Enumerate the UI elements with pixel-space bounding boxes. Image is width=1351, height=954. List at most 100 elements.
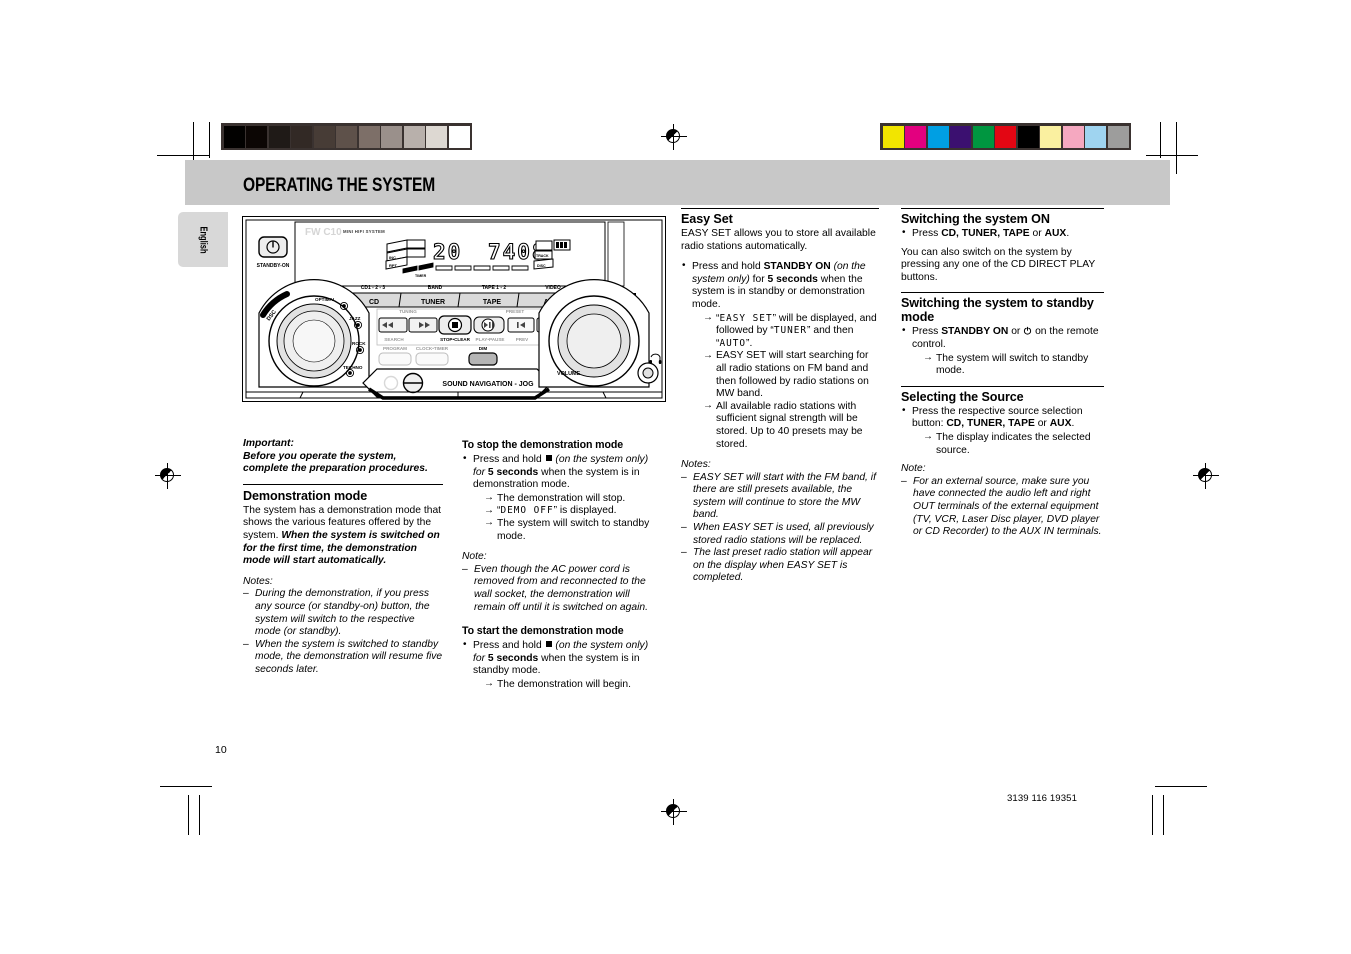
svg-text:TIMER: TIMER bbox=[415, 274, 427, 278]
svg-text:PREV: PREV bbox=[516, 337, 529, 342]
chroma-swatch bbox=[995, 125, 1016, 148]
important-label: Important: bbox=[243, 438, 294, 449]
power-icon bbox=[1023, 326, 1032, 335]
list-item: The display indicates the selected sourc… bbox=[923, 431, 1104, 457]
note-list-col2: Even though the AC power cord is removed… bbox=[462, 564, 662, 614]
crop-mark-bottom-left-v2 bbox=[199, 795, 201, 835]
source-step-mid: or bbox=[1034, 418, 1050, 430]
easy-step-standby-on: STANDBY ON bbox=[763, 261, 831, 273]
list-item: When the system is switched to standby m… bbox=[243, 639, 443, 677]
standby-results: The system will switch to standby mode. bbox=[912, 352, 1104, 378]
list-item: The demonstration will stop. bbox=[484, 492, 662, 506]
svg-text:CLOCK•TIMER: CLOCK•TIMER bbox=[416, 346, 449, 351]
section-rule-demonstration bbox=[243, 483, 443, 485]
standby-step-mid: or bbox=[1008, 326, 1024, 338]
svg-text:SEARCH: SEARCH bbox=[384, 337, 404, 342]
product-illustration: FW C10 MINI HIFI SYSTEM INC RPT 20 7408 bbox=[242, 216, 666, 402]
svg-text:20: 20 bbox=[433, 240, 462, 264]
lcd-demo-off: DEMO OFF bbox=[500, 505, 554, 517]
grayscale-swatch bbox=[381, 125, 402, 148]
note-label-col4: Note: bbox=[901, 463, 926, 475]
list-item: Press the respective source selection bu… bbox=[901, 405, 1104, 457]
crop-mark-top-right-h bbox=[1146, 155, 1198, 157]
page-number: 10 bbox=[215, 744, 227, 756]
stop-step-pre: Press and hold bbox=[473, 454, 545, 465]
list-item: “EASY SET” will be displayed, and follow… bbox=[703, 312, 879, 351]
list-item: For an external source, make sure you ha… bbox=[901, 476, 1104, 539]
switching-on-steps: Press CD, TUNER, TAPE or AUX. bbox=[901, 227, 1104, 241]
svg-text:STANDBY-ON: STANDBY-ON bbox=[257, 263, 290, 269]
chroma-swatch bbox=[927, 125, 949, 148]
easy-step-mid: for bbox=[749, 273, 768, 285]
source-step-sources: CD, TUNER, TAPE bbox=[946, 418, 1035, 430]
list-item: The last preset radio station will appea… bbox=[681, 547, 879, 585]
list-item: “DEMO OFF” is displayed. bbox=[484, 505, 662, 518]
notes-list-col3: EASY SET will start with the FM band, if… bbox=[681, 472, 879, 585]
svg-text:TECHNO: TECHNO bbox=[343, 365, 363, 370]
notes-list-col1: During the demonstration, if you press a… bbox=[243, 588, 443, 676]
crop-mark-bottom-right-v2 bbox=[1163, 795, 1165, 835]
grayscale-swatch bbox=[358, 125, 380, 148]
svg-text:TUNER: TUNER bbox=[421, 299, 445, 306]
list-item: Press STANDBY ON or on the remote contro… bbox=[901, 325, 1104, 378]
switching-on-body: You can also switch on the system by pre… bbox=[901, 246, 1096, 283]
easy-set-steps: Press and hold STANDBY ON (on the system… bbox=[681, 260, 879, 452]
on-step-post: . bbox=[1066, 228, 1070, 239]
svg-text:DIM: DIM bbox=[479, 346, 488, 351]
source-steps: Press the respective source selection bu… bbox=[901, 405, 1104, 457]
svg-text:PROGRAM: PROGRAM bbox=[383, 346, 407, 351]
heading-demonstration-mode: Demonstration mode bbox=[243, 488, 368, 503]
column-3: Easy Set EASY SET allows you to store al… bbox=[681, 208, 879, 591]
source-results: The display indicates the selected sourc… bbox=[912, 431, 1104, 457]
svg-text:SOUND NAVIGATION - JOG: SOUND NAVIGATION - JOG bbox=[442, 381, 534, 388]
crop-mark-top-right-v1 bbox=[1160, 122, 1162, 158]
list-item: The demonstration will begin. bbox=[484, 678, 662, 692]
column-2: To stop the demonstration mode Press and… bbox=[462, 438, 662, 698]
start-step-pre: Press and hold bbox=[473, 640, 545, 652]
chroma-swatch bbox=[950, 125, 971, 148]
column-4: Switching the system ON Press CD, TUNER,… bbox=[901, 208, 1104, 545]
start-step-bold: 5 seconds bbox=[487, 652, 539, 664]
language-tab-english: English bbox=[178, 212, 228, 267]
svg-text:RPT: RPT bbox=[389, 263, 398, 268]
grayscale-swatch bbox=[268, 125, 290, 148]
list-item: Press and hold STANDBY ON (on the system… bbox=[681, 260, 879, 452]
note-list-col4: For an external source, make sure you ha… bbox=[901, 476, 1104, 539]
registration-mark-bottom-center bbox=[661, 799, 687, 825]
svg-text:MINI HIFI SYSTEM: MINI HIFI SYSTEM bbox=[343, 229, 385, 234]
source-step-post: . bbox=[1071, 418, 1075, 430]
easy-step-pre: Press and hold bbox=[692, 261, 764, 273]
svg-text:CD: CD bbox=[369, 299, 379, 306]
list-item: Press and hold (on the system only) for … bbox=[462, 639, 662, 692]
document-number: 3139 116 19351 bbox=[1007, 793, 1078, 804]
heading-stop-demonstration: To stop the demonstration mode bbox=[462, 439, 624, 451]
grayscale-swatch bbox=[426, 125, 447, 148]
list-item: During the demonstration, if you press a… bbox=[243, 588, 443, 638]
svg-text:INC: INC bbox=[389, 255, 396, 260]
list-item: All available radio stations with suffic… bbox=[703, 400, 879, 451]
heading-easy-set: Easy Set bbox=[681, 212, 733, 226]
list-item: Even though the AC power cord is removed… bbox=[462, 564, 662, 614]
chroma-swatch bbox=[905, 125, 926, 148]
easy-set-results: “EASY SET” will be displayed, and follow… bbox=[692, 312, 879, 452]
on-step-aux: AUX bbox=[1044, 228, 1067, 239]
manual-page: OPERATING THE SYSTEM English FW C10 MINI… bbox=[0, 0, 1351, 954]
crop-mark-bottom-left-h bbox=[160, 786, 212, 788]
notes-label-col1: Notes: bbox=[243, 575, 273, 587]
list-item: Press CD, TUNER, TAPE or AUX. bbox=[901, 227, 1104, 241]
svg-text:JAZZ: JAZZ bbox=[349, 316, 361, 321]
heading-selecting-source: Selecting the Source bbox=[901, 389, 1024, 404]
grayscale-swatch bbox=[291, 125, 312, 148]
standby-steps: Press STANDBY ON or on the remote contro… bbox=[901, 325, 1104, 378]
registration-mark-right bbox=[1193, 463, 1219, 489]
on-step-sources: CD, TUNER, TAPE bbox=[941, 228, 1030, 239]
list-item: The system will switch to standby mode. bbox=[484, 517, 662, 543]
chroma-swatch bbox=[1062, 125, 1084, 148]
easy-step-5-seconds: 5 seconds bbox=[767, 273, 818, 285]
column-1: Important: Before you operate the system… bbox=[243, 438, 443, 683]
registration-mark-left bbox=[155, 463, 181, 489]
list-item: EASY SET will start searching for all ra… bbox=[703, 350, 879, 400]
stop-square-icon bbox=[545, 641, 552, 648]
start-steps: Press and hold (on the system only) for … bbox=[462, 639, 662, 692]
chroma-swatch bbox=[1040, 125, 1061, 148]
